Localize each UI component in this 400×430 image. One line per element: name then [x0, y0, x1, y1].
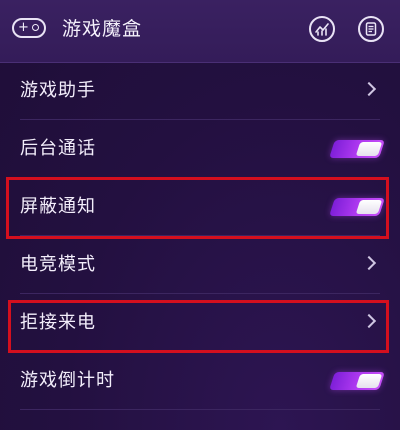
background-call-toggle[interactable] — [329, 140, 385, 158]
settings-item-esports-mode[interactable]: 电竞模式 — [0, 236, 400, 294]
toggle-knob — [355, 142, 383, 156]
chevron-right-icon — [361, 81, 377, 97]
settings-item-game-assistant[interactable]: 游戏助手 — [0, 62, 400, 120]
settings-item-label: 拒接来电 — [20, 312, 96, 333]
header-bar: + 游戏魔盒 — [0, 0, 400, 63]
gamepad-icon[interactable]: + — [12, 18, 46, 38]
settings-item-reject-calls[interactable]: 拒接来电 — [0, 294, 400, 352]
settings-item-game-countdown: 游戏倒计时 — [0, 352, 400, 410]
document-icon[interactable] — [358, 16, 384, 42]
stats-icon[interactable] — [309, 16, 335, 42]
settings-item-label: 后台通话 — [20, 138, 96, 159]
chevron-right-icon — [361, 255, 377, 271]
row-divider — [20, 409, 380, 410]
settings-item-label: 电竞模式 — [20, 254, 96, 275]
block-notifications-toggle[interactable] — [329, 198, 385, 216]
chevron-right-icon — [361, 313, 377, 329]
game-countdown-toggle[interactable] — [329, 372, 385, 390]
settings-item-block-notifications: 屏蔽通知 — [0, 178, 400, 236]
gamepad-plus-glyph: + — [18, 20, 29, 35]
toggle-knob — [355, 200, 383, 214]
settings-item-background-call: 后台通话 — [0, 120, 400, 178]
gamepad-button-dot — [32, 24, 39, 31]
settings-item-label: 游戏倒计时 — [20, 370, 115, 391]
page-title: 游戏魔盒 — [62, 18, 143, 40]
game-box-screen: + 游戏魔盒 游戏助手 后台通话 屏蔽通知 电竞模式 拒接来电 游戏倒计时 — [0, 0, 400, 430]
settings-item-label: 屏蔽通知 — [20, 196, 96, 217]
toggle-knob — [355, 374, 383, 388]
settings-item-label: 游戏助手 — [20, 80, 96, 101]
